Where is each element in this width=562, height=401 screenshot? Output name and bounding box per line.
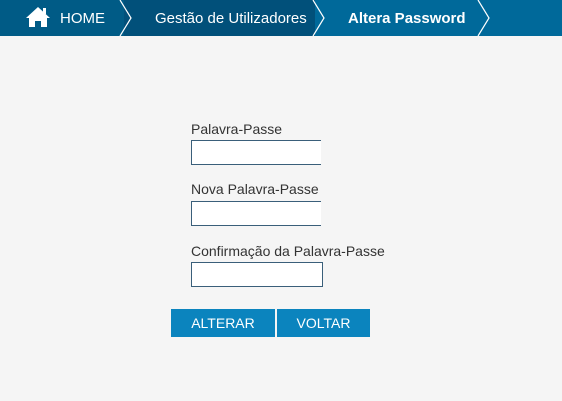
breadcrumb-separator-icon [312,0,325,36]
back-button[interactable]: VOLTAR [277,309,370,337]
breadcrumb-item-user-management[interactable]: Gestão de Utilizadores [124,0,324,36]
breadcrumb-item-label: Altera Password [348,10,466,27]
confirm-password-label: Confirmação da Palavra-Passe [191,243,385,259]
current-password-input[interactable] [191,140,321,165]
breadcrumb-home-label: HOME [60,10,105,27]
home-icon [26,7,50,27]
breadcrumb-item-label: Gestão de Utilizadores [155,10,307,27]
breadcrumb-home[interactable]: HOME [0,0,124,36]
confirm-password-input[interactable] [191,262,323,287]
breadcrumb: HOME Gestão de Utilizadores Altera Passw… [0,0,562,36]
new-password-input[interactable] [191,201,321,226]
current-password-label: Palavra-Passe [191,121,283,137]
breadcrumb-separator-icon [119,0,132,36]
breadcrumb-separator-icon [477,0,490,36]
breadcrumb-item-change-password: Altera Password [315,0,562,36]
new-password-label: Nova Palavra-Passe [191,181,319,197]
change-button[interactable]: ALTERAR [171,309,275,337]
